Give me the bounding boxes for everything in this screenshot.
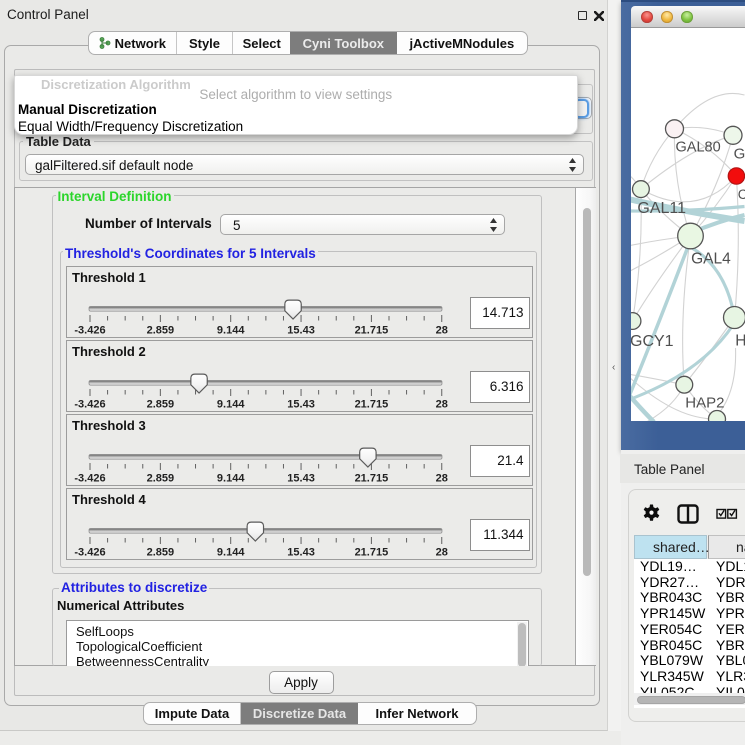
svg-text:28: 28 — [436, 473, 448, 485]
svg-text:C: C — [738, 187, 745, 202]
svg-text:28: 28 — [436, 399, 448, 411]
svg-text:2.859: 2.859 — [147, 547, 175, 559]
svg-text:21.715: 21.715 — [355, 399, 389, 411]
svg-text:2.859: 2.859 — [147, 399, 175, 411]
svg-text:21.715: 21.715 — [355, 325, 389, 337]
svg-text:GAL4: GAL4 — [692, 250, 732, 267]
svg-text:-3.426: -3.426 — [74, 473, 105, 485]
svg-text:2.859: 2.859 — [147, 473, 175, 485]
svg-text:28: 28 — [436, 547, 448, 559]
svg-text:-3.426: -3.426 — [74, 399, 105, 411]
svg-text:9.144: 9.144 — [217, 473, 245, 485]
svg-text:15.43: 15.43 — [287, 399, 315, 411]
svg-text:HAP2: HAP2 — [686, 395, 725, 412]
svg-text:15.43: 15.43 — [287, 547, 315, 559]
svg-text:9.144: 9.144 — [217, 399, 245, 411]
svg-text:9.144: 9.144 — [217, 547, 245, 559]
svg-text:15.43: 15.43 — [287, 325, 315, 337]
svg-text:15.43: 15.43 — [287, 473, 315, 485]
svg-text:28: 28 — [436, 325, 448, 337]
svg-text:-3.426: -3.426 — [74, 547, 105, 559]
svg-text:9.144: 9.144 — [217, 325, 245, 337]
svg-text:H: H — [736, 332, 745, 349]
svg-text:21.715: 21.715 — [355, 473, 389, 485]
svg-text:-3.426: -3.426 — [74, 325, 105, 337]
svg-text:GAL80: GAL80 — [676, 140, 721, 156]
svg-text:2.859: 2.859 — [147, 325, 175, 337]
svg-text:G.: G. — [734, 145, 745, 162]
svg-text:21.715: 21.715 — [355, 547, 389, 559]
svg-text:GCY1: GCY1 — [631, 333, 674, 350]
svg-text:GAL11: GAL11 — [638, 200, 687, 217]
